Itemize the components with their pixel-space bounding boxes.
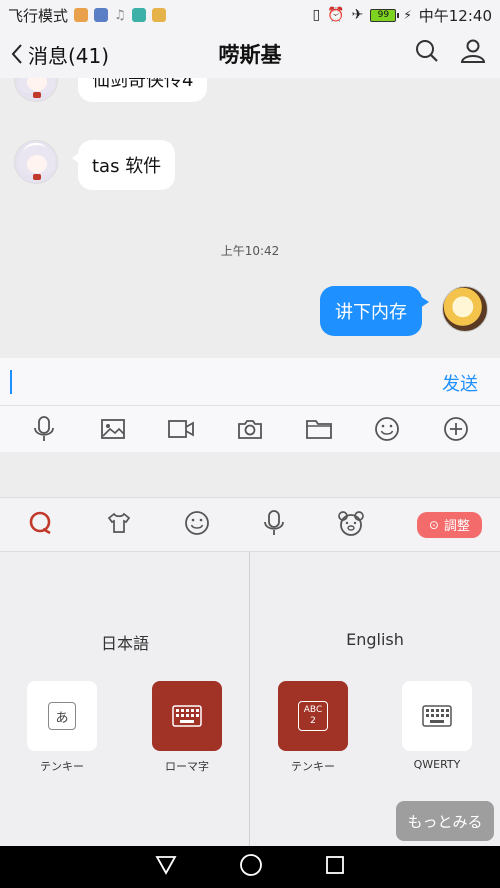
message-timestamp: 上午10:42	[220, 244, 280, 258]
column-divider	[249, 552, 250, 846]
keyboard-toolbar: ⊙ 調整	[0, 498, 500, 552]
back-label: 消息(41)	[28, 43, 110, 68]
keyboard-logo-icon[interactable]	[28, 510, 54, 540]
image-icon[interactable]	[98, 414, 128, 444]
voice-input-icon[interactable]	[263, 509, 285, 541]
message-bubble[interactable]: 仙剑奇侠传4	[71, 78, 208, 102]
status-bar: 飞行模式 ♫ ▯ ⏰ ✈ 99 ⚡ 中午12:40	[0, 0, 500, 30]
search-icon[interactable]	[414, 38, 440, 68]
airplane-icon: ✈	[351, 7, 364, 23]
keyboard-icon	[422, 705, 452, 727]
settings-icon: ⊙	[428, 517, 439, 532]
hiragana-key-char: あ	[55, 710, 69, 726]
recents-square-icon[interactable]	[325, 855, 345, 879]
hiragana-key-icon: あ	[48, 702, 76, 730]
chevron-left-icon	[11, 44, 22, 64]
vibrate-icon: ▯	[312, 7, 321, 23]
alarm-icon: ⏰	[327, 7, 345, 23]
contact-avatar[interactable]	[14, 140, 58, 184]
adjust-label: 調整	[443, 519, 470, 534]
romaji-label: ローマ字	[165, 760, 209, 773]
english-tenkey-option[interactable]: ABC 2	[278, 681, 348, 751]
video-icon[interactable]	[166, 414, 196, 444]
bear-sticker-icon[interactable]	[337, 510, 365, 540]
emoji-icon[interactable]	[372, 414, 402, 444]
qwerty-label: QWERTY	[413, 758, 461, 771]
folder-icon[interactable]	[304, 414, 334, 444]
english-tenkey-label: テンキー	[291, 760, 335, 773]
emoji-icon[interactable]	[184, 510, 210, 540]
abc-key-text: ABC	[303, 705, 323, 715]
home-circle-icon[interactable]	[239, 853, 263, 881]
microphone-icon[interactable]	[29, 414, 59, 444]
keyboard-icon	[172, 705, 202, 727]
text-cursor	[10, 370, 12, 394]
english-column-title: English	[346, 630, 404, 649]
music-icon: ♫	[114, 7, 126, 23]
app-notification-icon	[74, 8, 89, 22]
abc-key-subtext: 2	[310, 716, 316, 726]
puzzle-notification-icon	[131, 8, 146, 22]
see-more-button[interactable]: もっとみる	[396, 801, 494, 841]
panel-spacer	[0, 452, 500, 498]
back-triangle-icon[interactable]	[155, 855, 177, 879]
message-bubble[interactable]: tas 软件	[71, 140, 176, 190]
message-input-bar: 发送	[0, 358, 500, 406]
message-text: tas 软件	[92, 156, 162, 177]
image-notification-icon	[94, 8, 109, 22]
theme-shirt-icon[interactable]	[106, 511, 132, 539]
message-bubble-sent[interactable]: 讲下内存	[320, 286, 429, 336]
profile-icon[interactable]	[460, 38, 486, 68]
chat-header: 消息(41) 唠斯基	[0, 30, 500, 78]
airplane-mode-text: 飞行模式	[8, 6, 69, 25]
message-input[interactable]	[14, 370, 414, 396]
adjust-button[interactable]: ⊙ 調整	[416, 511, 482, 538]
chat-messages: 仙剑奇侠传4 tas 软件 上午10:42 讲下内存	[0, 78, 500, 358]
my-avatar[interactable]	[442, 286, 488, 332]
lock-notification-icon	[151, 8, 166, 22]
romaji-option[interactable]	[152, 681, 222, 751]
abc-key-icon: ABC 2	[298, 701, 328, 731]
keyboard-selection-panel: 日本語 English あ テンキー ローマ字 ABC 2 テンキー QWERT…	[0, 552, 500, 846]
contact-avatar[interactable]	[14, 78, 58, 102]
message-text: 仙剑奇侠传4	[92, 78, 194, 91]
japanese-tenkey-option[interactable]: あ	[27, 681, 97, 751]
japanese-column-title: 日本語	[100, 634, 149, 653]
qwerty-option[interactable]	[402, 681, 472, 751]
battery-icon: 99	[370, 8, 400, 22]
system-nav-bar	[0, 846, 500, 888]
charging-icon: ⚡	[403, 8, 412, 22]
back-button[interactable]: 消息(41)	[0, 40, 109, 69]
camera-icon[interactable]	[235, 414, 265, 444]
status-time: 中午12:40	[418, 6, 492, 25]
message-text: 讲下内存	[335, 302, 407, 323]
japanese-tenkey-label: テンキー	[40, 760, 84, 773]
plus-icon[interactable]	[441, 414, 471, 444]
send-button[interactable]: 发送	[442, 370, 478, 396]
attachment-toolbar	[0, 406, 500, 452]
